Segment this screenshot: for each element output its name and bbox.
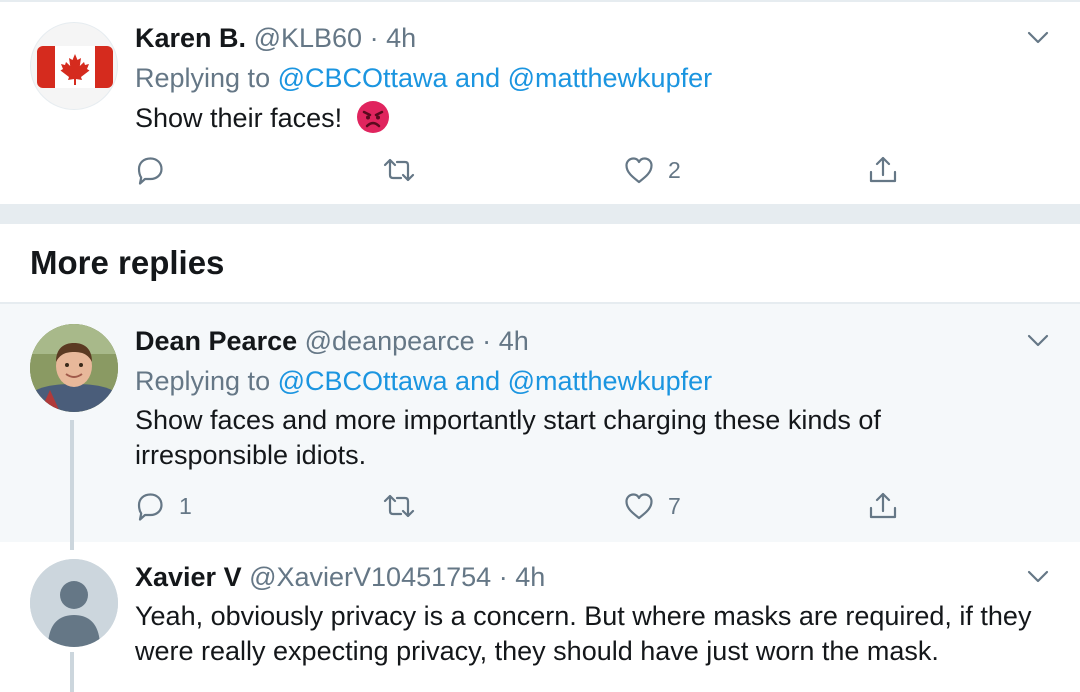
profile-photo-icon: [30, 324, 118, 412]
reply-button[interactable]: 1: [133, 486, 192, 526]
share-icon: [869, 156, 897, 183]
thread-connector: [70, 652, 74, 692]
retweet-icon: [383, 494, 415, 518]
tweet-karen[interactable]: Karen B. @KLB60 · 4h Replying to @CBCOtt…: [0, 0, 1080, 204]
dot-separator: ·: [482, 326, 492, 356]
dot-separator: ·: [498, 562, 508, 592]
user-handle[interactable]: @KLB60: [254, 23, 362, 53]
like-button[interactable]: 7: [622, 486, 681, 526]
chevron-down-icon[interactable]: [1026, 328, 1050, 352]
reply-count: 1: [179, 492, 192, 519]
tweet-dean[interactable]: Dean Pearce @deanpearce · 4h Replying to…: [0, 304, 1080, 542]
replying-to: Replying to @CBCOttawa and @matthewkupfe…: [135, 365, 712, 397]
timestamp[interactable]: 4h: [499, 326, 529, 356]
tweet-header: Dean Pearce @deanpearce · 4h: [135, 325, 529, 357]
retweet-icon: [383, 158, 415, 182]
canada-flag-icon: [37, 46, 113, 88]
share-button[interactable]: [866, 150, 900, 190]
mention-link[interactable]: @matthewkupfer: [508, 63, 713, 93]
thread-connector: [70, 420, 74, 550]
angry-face-emoji-icon: [356, 101, 389, 133]
retweet-button[interactable]: [382, 486, 428, 526]
heart-icon: [625, 493, 653, 520]
replying-prefix: Replying to: [135, 63, 278, 93]
reply-icon: [137, 157, 163, 185]
chevron-down-icon[interactable]: [1026, 25, 1050, 49]
timestamp[interactable]: 4h: [386, 23, 416, 53]
tweet-xavier[interactable]: Xavier V @XavierV10451754 · 4h Yeah, obv…: [0, 542, 1080, 692]
replying-prefix: Replying to: [135, 366, 278, 396]
replying-and[interactable]: and: [448, 366, 508, 396]
mention-link[interactable]: @CBCOttawa: [278, 63, 448, 93]
avatar[interactable]: [30, 324, 118, 412]
reply-icon: [137, 493, 163, 521]
tweet-text-content: Show their faces!: [135, 103, 343, 133]
tweet-header: Xavier V @XavierV10451754 · 4h: [135, 561, 545, 593]
replying-to: Replying to @CBCOttawa and @matthewkupfe…: [135, 62, 712, 94]
user-handle[interactable]: @deanpearce: [305, 326, 475, 356]
avatar[interactable]: [30, 22, 118, 110]
like-count: 2: [668, 156, 681, 183]
replying-and[interactable]: and: [448, 63, 508, 93]
timestamp[interactable]: 4h: [515, 562, 545, 592]
tweet-text: Show faces and more importantly start ch…: [135, 405, 881, 470]
mention-link[interactable]: @CBCOttawa: [278, 366, 448, 396]
like-count: 7: [668, 492, 681, 519]
tweet-header: Karen B. @KLB60 · 4h: [135, 22, 416, 54]
share-button[interactable]: [866, 486, 900, 526]
dot-separator: ·: [369, 23, 379, 53]
share-icon: [869, 492, 897, 519]
avatar[interactable]: [30, 559, 118, 647]
mention-link[interactable]: @matthewkupfer: [508, 366, 713, 396]
reply-button[interactable]: [133, 150, 179, 190]
default-profile-icon: [30, 559, 118, 647]
section-title: More replies: [30, 244, 225, 281]
display-name[interactable]: Xavier V: [135, 562, 242, 592]
retweet-button[interactable]: [382, 150, 428, 190]
like-button[interactable]: 2: [622, 150, 681, 190]
chevron-down-icon[interactable]: [1026, 564, 1050, 588]
tweet-text: Show their faces!: [135, 100, 1055, 136]
heart-icon: [625, 157, 653, 184]
display-name[interactable]: Karen B.: [135, 23, 246, 53]
display-name[interactable]: Dean Pearce: [135, 326, 297, 356]
tweet-text: Yeah, obviously privacy is a concern. Bu…: [135, 601, 1032, 666]
section-divider: [0, 204, 1080, 224]
user-handle[interactable]: @XavierV10451754: [249, 562, 491, 592]
